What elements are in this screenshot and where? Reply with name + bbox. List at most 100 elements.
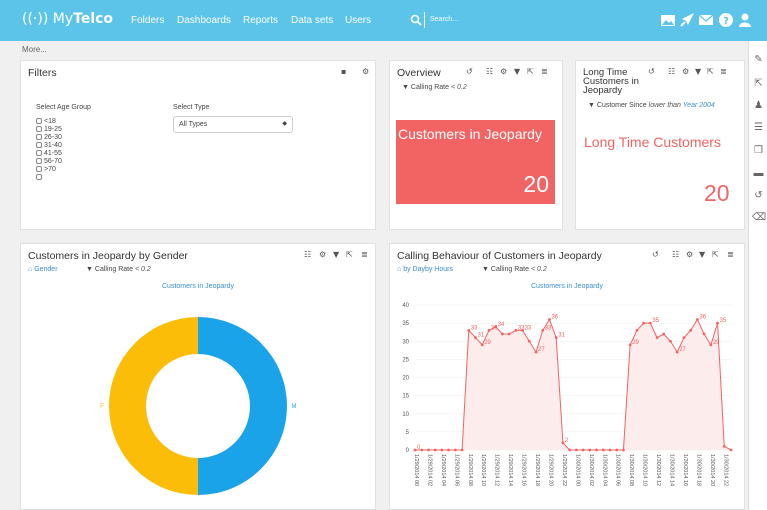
calling-filter[interactable]: ▼ Calling Rate < 0.2 (482, 266, 547, 273)
checkbox-icon[interactable] (36, 118, 42, 125)
nav-data-sets[interactable]: Data sets (291, 15, 333, 26)
hierarchy-icon: ⌂ (28, 266, 33, 273)
eraser-icon[interactable]: ⌫ (752, 211, 766, 224)
checkbox-icon[interactable] (36, 126, 42, 133)
history-icon[interactable]: ↺ (752, 189, 765, 202)
app-name-prefix: My (52, 11, 74, 27)
calling-hierarchy[interactable]: ⌂ by Dayby Hours (397, 266, 453, 273)
copy-icon[interactable]: ❐ (752, 144, 765, 157)
filter-icon[interactable]: ▼ (514, 67, 520, 76)
checkbox-icon[interactable] (36, 134, 42, 141)
add-user-icon[interactable]: ♟ (752, 99, 765, 112)
checkbox-icon[interactable] (36, 166, 42, 173)
chart-title: Customers in Jeopardy (531, 283, 603, 290)
save-icon[interactable]: ▪ (341, 67, 346, 76)
user-icon[interactable] (737, 12, 753, 28)
x-tick-label: 1/30/2014 10 (642, 454, 648, 486)
gender-filter[interactable]: ▼ Calling Rate < 0.2 (86, 266, 151, 273)
kpi-value: 20 (523, 171, 549, 197)
pencil-icon[interactable]: ✎ (752, 53, 765, 66)
settings-list-icon[interactable]: ☷ (672, 250, 679, 259)
checkbox-icon[interactable] (36, 150, 42, 157)
data-point (453, 448, 457, 452)
data-point (480, 343, 484, 347)
long-time-filter-label: Customer Since (596, 102, 647, 109)
filter-icon[interactable]: ▼ (699, 250, 705, 259)
history-icon[interactable]: ↺ (466, 67, 473, 76)
gear-icon[interactable]: ⚙ (682, 67, 689, 76)
nav-reports[interactable]: Reports (243, 15, 278, 26)
settings-list-icon[interactable]: ☰ (752, 121, 765, 134)
checkbox-icon[interactable] (36, 142, 42, 149)
chevron-down-icon: ◆ (282, 121, 287, 127)
gear-icon[interactable]: ⚙ (686, 250, 693, 259)
data-point (467, 328, 471, 332)
data-point (433, 448, 437, 452)
calling-hierarchy-label: by Dayby Hours (403, 266, 453, 273)
mail-icon[interactable] (698, 12, 714, 28)
export-icon[interactable]: ⇱ (707, 67, 714, 76)
x-tick-label: 1/29/2014 12 (494, 454, 500, 486)
checkbox-icon[interactable] (36, 174, 42, 181)
search-icon[interactable] (410, 14, 422, 26)
database-icon[interactable]: ≣ (541, 67, 548, 76)
help-icon[interactable]: ? (718, 12, 734, 28)
gear-icon[interactable]: ⚙ (319, 250, 326, 259)
search-placeholder[interactable]: Search... (430, 16, 458, 23)
export-icon[interactable]: ⇱ (712, 250, 719, 259)
x-tick-label: 1/29/2014 02 (426, 454, 432, 486)
export-icon[interactable]: ⇱ (346, 250, 353, 259)
rocket-icon[interactable] (679, 12, 695, 28)
history-icon[interactable]: ↺ (652, 250, 659, 259)
gear-icon[interactable]: ⚙ (500, 67, 507, 76)
settings-list-icon[interactable]: ☷ (668, 67, 675, 76)
data-point (695, 318, 699, 321)
database-icon[interactable]: ≣ (727, 250, 734, 259)
long-time-filter-op: lower than (648, 102, 681, 109)
history-icon[interactable]: ↺ (648, 67, 655, 76)
type-select[interactable]: All Types ◆ (173, 116, 293, 133)
calling-line-chart[interactable]: Customers in Jeopardy0510152025303540033… (389, 278, 745, 508)
age-option-label: 56-70 (44, 158, 62, 165)
top-bar: ((·)) MyTelco Folders Dashboards Reports… (0, 0, 767, 41)
overview-filter-label: Calling Rate (410, 84, 450, 91)
gear-icon[interactable]: ⚙ (362, 67, 369, 76)
image-icon[interactable] (660, 12, 676, 28)
kpi-customers-in-jeopardy[interactable]: Customers in Jeopardy 20 (396, 120, 555, 204)
more-link[interactable]: More... (22, 45, 47, 54)
export-icon[interactable]: ⇱ (527, 67, 534, 76)
nav-dashboards[interactable]: Dashboards (177, 15, 231, 26)
data-point (568, 448, 572, 452)
y-tick-label: 5 (406, 430, 410, 436)
nav-users[interactable]: Users (345, 15, 371, 26)
data-point (729, 448, 733, 452)
filter-icon[interactable]: ▼ (333, 250, 339, 259)
gender-hierarchy[interactable]: ⌂ Gender (28, 266, 58, 273)
folder-icon[interactable]: ▬ (752, 167, 765, 180)
settings-list-icon[interactable]: ☷ (304, 250, 311, 259)
age-option[interactable] (36, 173, 44, 182)
export-icon[interactable]: ⇱ (752, 77, 765, 90)
type-select-value: All Types (179, 121, 208, 128)
database-icon[interactable]: ≣ (720, 67, 727, 76)
age-option-label: 31-40 (44, 142, 62, 149)
data-point (722, 444, 726, 448)
gender-donut-chart[interactable]: Customers in Jeopardy M F (20, 278, 376, 508)
x-tick-label: 1/30/2014 20 (709, 454, 715, 486)
x-tick-label: 1/30/2014 00 (574, 454, 580, 486)
nav-folders[interactable]: Folders (131, 15, 164, 26)
data-point (420, 448, 424, 452)
data-label: 36 (551, 315, 558, 321)
checkbox-icon[interactable] (36, 158, 42, 165)
data-point (427, 448, 430, 452)
long-time-filter[interactable]: ▼ Customer Since lower than Year 2004 (588, 102, 715, 109)
app-logo[interactable]: ((·)) MyTelco (22, 11, 113, 27)
data-label: 2 (565, 438, 569, 444)
overview-filter[interactable]: ▼ Calling Rate < 0.2 (402, 84, 467, 91)
settings-list-icon[interactable]: ☷ (486, 67, 493, 76)
database-icon[interactable]: ≣ (361, 250, 368, 259)
filter-icon[interactable]: ▼ (695, 67, 701, 76)
filter-icon: ▼ (588, 102, 595, 109)
x-tick-label: 1/29/2014 06 (453, 454, 459, 486)
search-box[interactable]: Search... (410, 10, 650, 30)
